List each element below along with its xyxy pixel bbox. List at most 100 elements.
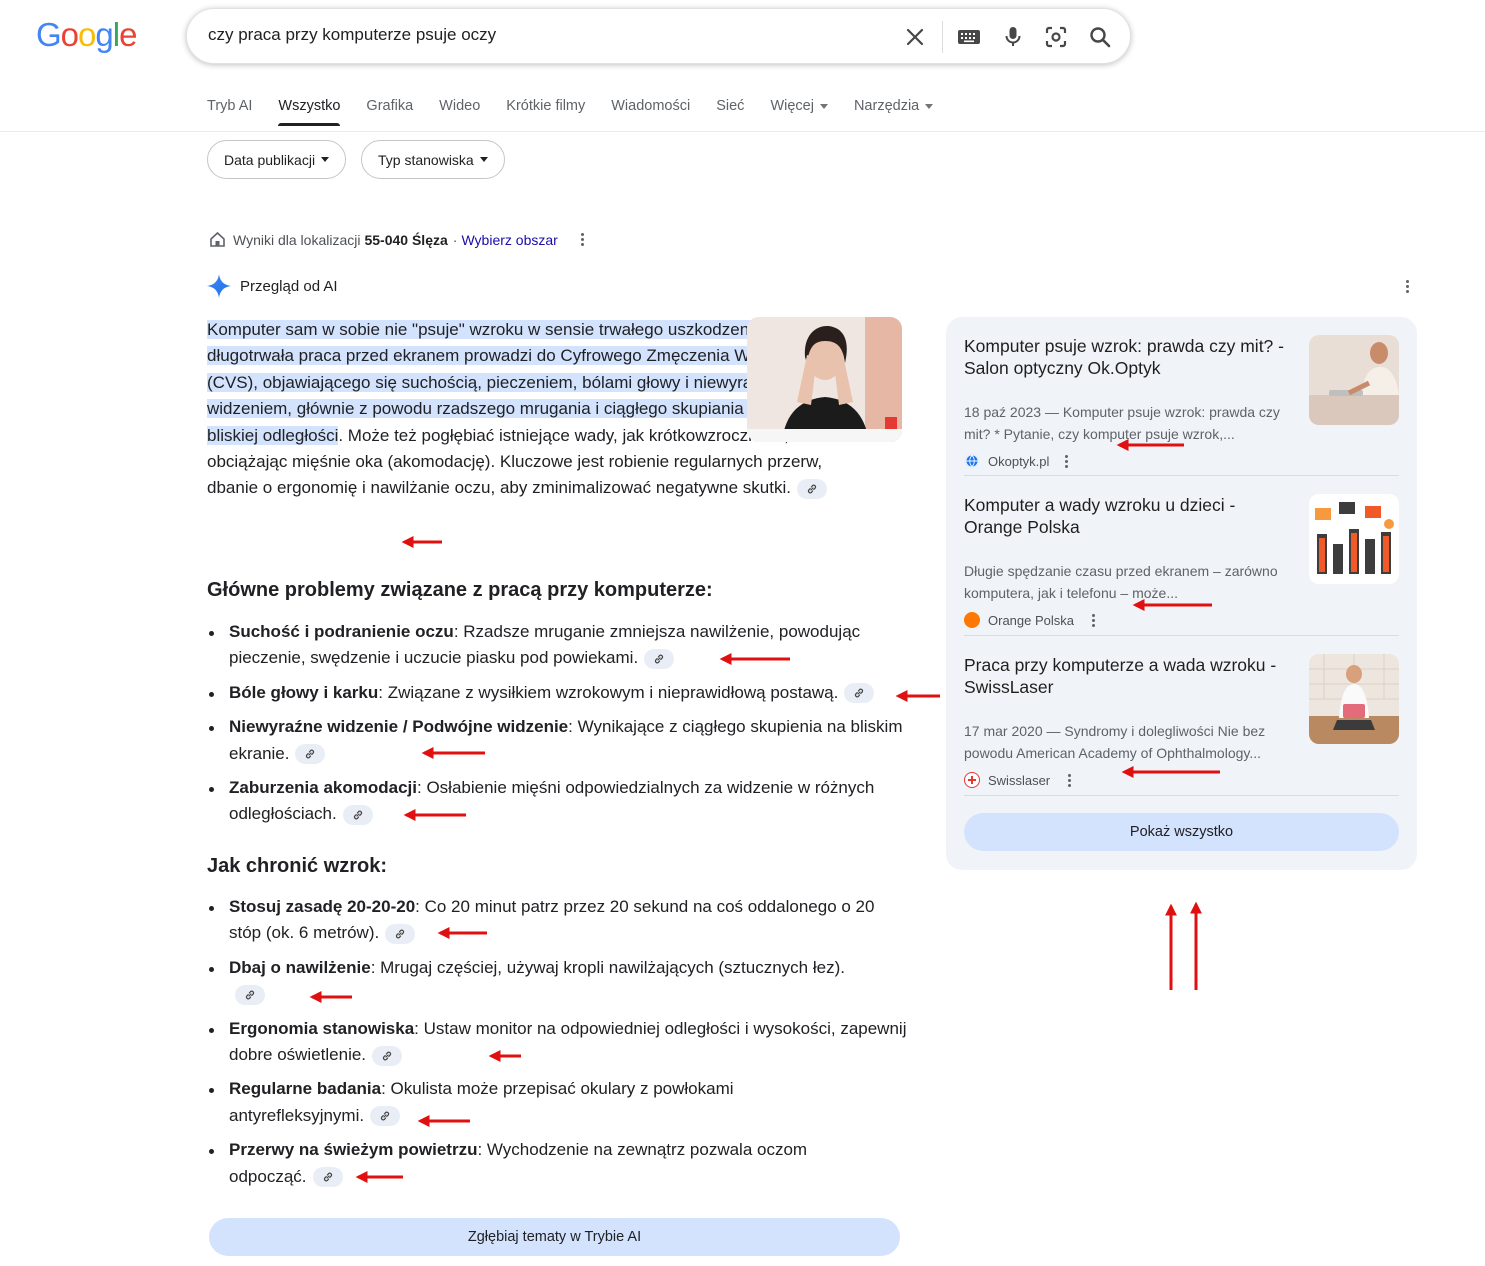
item-text: : Mrugaj częściej, używaj kropli nawilża… [370, 957, 845, 977]
item-bold: Ergonomia stanowiska [229, 1018, 415, 1038]
link-icon[interactable] [312, 1167, 343, 1188]
intro-image[interactable] [747, 317, 902, 442]
link-icon[interactable] [385, 923, 416, 944]
source-site[interactable]: Okoptyk.pl [988, 454, 1049, 469]
search-divider [942, 21, 943, 53]
swisslaser-logo-icon [964, 772, 980, 788]
location-separator: · [452, 231, 458, 248]
source-card[interactable]: Praca przy komputerze a wada wzroku - Sw… [964, 654, 1399, 794]
globe-icon [964, 453, 980, 469]
list-item: Regularne badania: Okulista może przepis… [207, 1076, 787, 1129]
more-vert-icon[interactable] [1061, 454, 1071, 468]
problems-list: Suchość i podranienie oczu: Rzadsze mrug… [207, 619, 907, 828]
orange-logo-icon [964, 612, 980, 628]
tab-ai-mode[interactable]: Tryb AI [207, 98, 252, 126]
more-vert-icon[interactable] [1064, 773, 1074, 787]
item-bold: Zaburzenia akomodacji [229, 778, 417, 798]
chevron-down-icon [819, 103, 828, 109]
filter-label: Data publikacji [224, 151, 316, 168]
filter-job-type[interactable]: Typ stanowiska [361, 140, 505, 179]
list-item: Suchość i podranienie oczu: Rzadsze mrug… [207, 619, 907, 672]
list-item: Dbaj o nawilżenie: Mrugaj częściej, używ… [207, 955, 847, 1008]
item-bold: Bóle głowy i karku [229, 682, 379, 702]
more-vert-icon[interactable] [578, 233, 588, 246]
microphone-icon[interactable] [999, 23, 1027, 51]
item-bold: Suchość i podranienie oczu [229, 622, 454, 641]
tab-more-label: Więcej [770, 98, 814, 114]
chevron-down-icon [925, 103, 934, 109]
home-icon [209, 231, 226, 248]
tab-web[interactable]: Sieć [716, 98, 744, 126]
link-icon[interactable] [235, 984, 265, 1005]
tab-all[interactable]: Wszystko [278, 98, 341, 126]
source-title[interactable]: Komputer a wady wzroku u dzieci - Orange… [964, 494, 1294, 538]
explore-ai-mode-button[interactable]: Zgłębiaj tematy w Trybie AI [209, 1218, 900, 1256]
list-item: Niewyraźne widzenie / Podwójne widzenie:… [207, 714, 907, 767]
location-place: 55-040 Ślęza [364, 231, 448, 248]
source-site[interactable]: Swisslaser [988, 773, 1050, 788]
item-bold: Przerwy na świeżym powietrzu [229, 1140, 478, 1160]
google-logo[interactable]: Google [36, 16, 137, 54]
list-item: Zaburzenia akomodacji: Osłabienie mięśni… [207, 775, 907, 828]
lens-icon[interactable] [1042, 23, 1070, 51]
source-snippet: 17 mar 2020 — Syndromy i dolegliwości Ni… [964, 723, 1266, 761]
location-prefix: Wyniki dla lokalizacji [233, 231, 361, 248]
tab-tools[interactable]: Narzędzia [853, 98, 934, 126]
source-thumbnail[interactable] [1309, 654, 1399, 744]
section-heading-problems: Główne problemy związane z pracą przy ko… [207, 579, 713, 601]
tips-list: Stosuj zasadę 20-20-20: Co 20 minut patr… [207, 894, 907, 1190]
item-bold: Regularne badania [229, 1079, 382, 1099]
source-divider [964, 795, 1399, 796]
item-text: : Związane z wysiłkiem wzrokowym i niepr… [378, 682, 839, 702]
tab-images[interactable]: Grafika [366, 98, 413, 126]
link-icon[interactable] [844, 683, 875, 704]
item-bold: Niewyraźne widzenie / Podwójne widzenie [229, 717, 569, 737]
source-card[interactable]: Komputer a wady wzroku u dzieci - Orange… [964, 494, 1399, 634]
filter-label: Typ stanowiska [378, 151, 474, 168]
link-icon[interactable] [644, 648, 675, 669]
tab-tools-label: Narzędzia [853, 98, 920, 114]
search-input[interactable]: czy praca przy komputerze psuje oczy [208, 25, 496, 45]
link-icon[interactable] [295, 744, 326, 765]
list-item: Stosuj zasadę 20-20-20: Co 20 minut patr… [207, 894, 907, 947]
keyboard-icon[interactable] [955, 23, 983, 51]
search-tabs: Tryb AI Wszystko Grafika Wideo Krótkie f… [207, 98, 959, 126]
source-footer: Swisslaser [964, 772, 1074, 788]
link-icon[interactable] [342, 804, 373, 825]
tab-short-videos[interactable]: Krótkie filmy [506, 98, 585, 126]
list-item: Bóle głowy i karku: Związane z wysiłkiem… [207, 680, 907, 706]
choose-area-link[interactable]: Wybierz obszar [461, 232, 557, 248]
source-divider [964, 635, 1399, 636]
location-bar: Wyniki dla lokalizacji 55-040 Ślęza · Wy… [209, 231, 588, 248]
tab-videos[interactable]: Wideo [439, 98, 480, 126]
item-bold: Stosuj zasadę 20-20-20 [229, 897, 416, 916]
link-icon[interactable] [372, 1045, 403, 1066]
tab-news[interactable]: Wiadomości [611, 98, 690, 126]
source-thumbnail[interactable] [1309, 335, 1399, 425]
chevron-down-icon [321, 157, 330, 162]
tab-more[interactable]: Więcej [770, 98, 828, 126]
source-title[interactable]: Praca przy komputerze a wada wzroku - Sw… [964, 654, 1294, 698]
chevron-down-icon [479, 157, 488, 162]
ai-overview-title: Przegląd od AI [240, 277, 338, 295]
link-icon[interactable] [796, 478, 827, 499]
source-title[interactable]: Komputer psuje wzrok: prawda czy mit? - … [964, 335, 1294, 379]
filter-publish-date[interactable]: Data publikacji [207, 140, 347, 179]
more-vert-icon[interactable] [1402, 280, 1412, 293]
ai-overview-header: Przegląd od AI [207, 274, 338, 298]
sources-panel: Komputer psuje wzrok: prawda czy mit? - … [946, 317, 1417, 870]
clear-icon[interactable] [901, 23, 929, 51]
list-item: Ergonomia stanowiska: Ustaw monitor na o… [207, 1016, 907, 1069]
search-icon[interactable] [1086, 23, 1114, 51]
source-snippet: Długie spędzanie czasu przed ekranem – z… [964, 563, 1278, 601]
source-card[interactable]: Komputer psuje wzrok: prawda czy mit? - … [964, 335, 1399, 475]
search-box[interactable]: czy praca przy komputerze psuje oczy [186, 8, 1131, 64]
ai-sparkle-icon [207, 274, 231, 298]
list-item: Przerwy na świeżym powietrzu: Wychodzeni… [207, 1137, 847, 1190]
source-thumbnail[interactable] [1309, 494, 1399, 584]
source-footer: Orange Polska [964, 612, 1098, 628]
link-icon[interactable] [370, 1106, 401, 1127]
more-vert-icon[interactable] [1088, 613, 1098, 627]
show-all-button[interactable]: Pokaż wszystko [964, 813, 1399, 851]
source-site[interactable]: Orange Polska [988, 613, 1074, 628]
